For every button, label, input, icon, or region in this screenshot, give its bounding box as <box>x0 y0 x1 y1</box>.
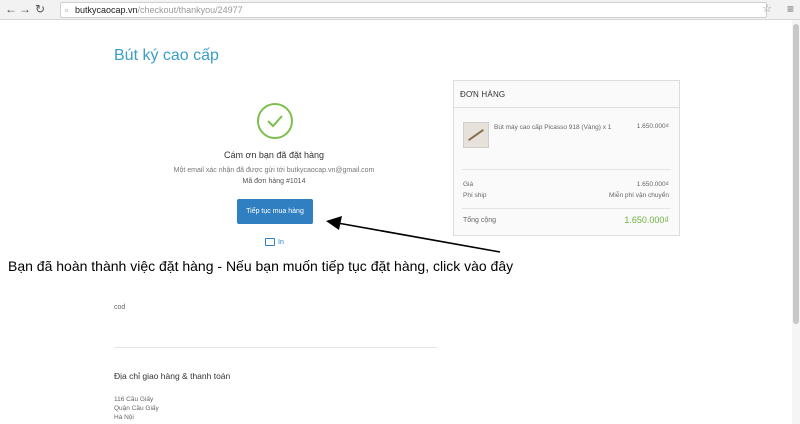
address-line: 116 Cầu Giấy <box>114 396 154 403</box>
annotation-text: Bạn đã hoàn thành việc đặt hàng - Nếu bạ… <box>8 258 514 274</box>
annotation-arrow <box>326 216 501 253</box>
divider <box>114 347 437 348</box>
address-line: Hà Nội <box>114 414 134 421</box>
address-heading: Địa chỉ giao hàng & thanh toán <box>114 371 231 381</box>
payment-method: cod <box>114 304 126 311</box>
address-line: Quận Cầu Giấy <box>114 405 159 412</box>
